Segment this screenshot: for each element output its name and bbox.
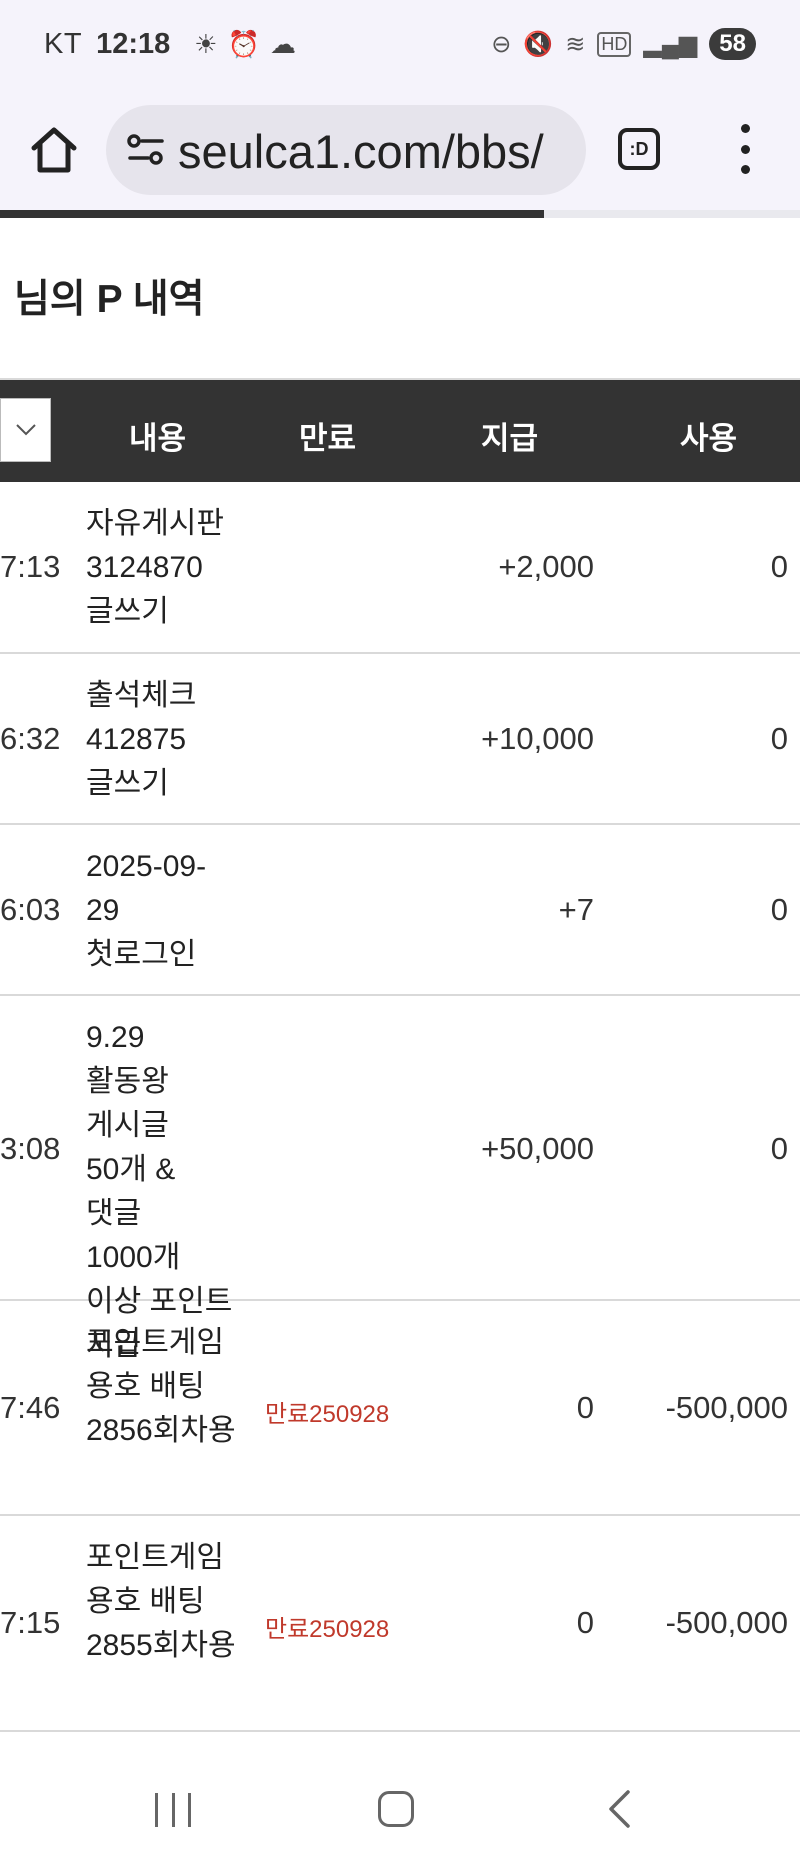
brightness-icon: ☀ xyxy=(194,29,218,59)
status-bar: KT 12:18 ☀ ⏰ ☁ ⊖ 🔇 ≋ HD ▂▄▆ 58 xyxy=(0,0,800,92)
site-settings-icon[interactable] xyxy=(126,132,166,168)
table-row: 7:46 포인트게임 용호 배팅 2856회차용 만료250928 0 -500… xyxy=(0,1301,800,1516)
row-content: 출석체크 412875 글쓰기 xyxy=(86,679,197,800)
address-bar[interactable]: seulca1.com/bbs/ xyxy=(106,105,586,195)
status-right: ⊖ 🔇 ≋ HD ▂▄▆ 58 xyxy=(491,28,756,60)
url-text[interactable]: seulca1.com/bbs/ xyxy=(178,124,544,179)
page-title: 님의 P 내역 xyxy=(14,278,205,321)
menu-dot-icon xyxy=(740,124,750,133)
recent-apps-icon xyxy=(188,1793,191,1827)
home-icon xyxy=(31,127,77,173)
row-expire: 만료250928 xyxy=(265,1616,390,1643)
row-use: -500,000 xyxy=(665,1605,788,1640)
row-use: -500,000 xyxy=(665,1390,788,1425)
page-load-progress xyxy=(0,210,800,218)
wifi-icon: ≋ xyxy=(565,30,586,58)
table-header: 내용 만료 지급 사용 xyxy=(0,380,800,482)
recent-apps-button[interactable] xyxy=(155,1793,191,1827)
row-time: 7:15 xyxy=(0,1605,61,1640)
page-load-progress-fill xyxy=(0,210,544,218)
row-time: 6:03 xyxy=(0,892,61,927)
column-header-give: 지급 xyxy=(481,421,539,456)
overflow-menu-button[interactable] xyxy=(730,124,760,174)
row-time: 7:46 xyxy=(0,1390,61,1425)
row-give: +10,000 xyxy=(481,721,594,756)
battery-indicator: 58 xyxy=(709,28,756,60)
row-give: +2,000 xyxy=(498,549,594,584)
row-time: 3:08 xyxy=(0,1131,61,1166)
table-row: 3:08 9.29 활동왕 게시글 50개 & 댓글 1000개 이상 포인트 … xyxy=(0,996,800,1362)
row-give: +7 xyxy=(558,892,594,927)
home-nav-button[interactable] xyxy=(378,1791,414,1827)
row-give: 0 xyxy=(576,1390,594,1425)
hd-icon: HD xyxy=(597,31,632,57)
browser-toolbar: seulca1.com/bbs/ :D xyxy=(0,92,800,210)
chevron-down-icon xyxy=(16,424,36,436)
menu-dot-icon xyxy=(740,165,750,174)
row-content: 포인트게임 용호 배팅 2856회차용 xyxy=(86,1326,236,1447)
back-button[interactable] xyxy=(606,1789,632,1829)
alarm-icon: ⏰ xyxy=(227,29,260,59)
table-row: 6:32 출석체크 412875 글쓰기 +10,000 0 xyxy=(0,654,800,825)
clock: 12:18 xyxy=(96,28,171,60)
row-content: 2025-09-29 첫로그인 xyxy=(86,850,207,971)
row-give: +50,000 xyxy=(481,1131,594,1166)
system-nav-bar xyxy=(0,1755,800,1867)
menu-dot-icon xyxy=(740,144,750,154)
carrier-label: KT xyxy=(44,28,83,60)
row-use: 0 xyxy=(770,721,788,756)
row-use: 0 xyxy=(770,892,788,927)
row-use: 0 xyxy=(770,1131,788,1166)
signal-icon: ▂▄▆ xyxy=(643,30,698,58)
row-expire: 만료250928 xyxy=(265,1401,390,1428)
recent-apps-icon xyxy=(155,1793,158,1827)
recent-apps-icon xyxy=(171,1793,175,1827)
do-not-disturb-icon: ⊖ xyxy=(491,30,512,58)
notification-icons: ☀ ⏰ ☁ xyxy=(194,29,296,60)
row-time: 7:13 xyxy=(0,549,61,584)
row-time: 6:32 xyxy=(0,721,61,756)
mute-icon: 🔇 xyxy=(523,30,554,58)
row-content: 포인트게임 용호 배팅 2855회차용 xyxy=(86,1541,236,1662)
cloud-icon: ☁ xyxy=(269,29,296,59)
filter-dropdown[interactable] xyxy=(0,398,51,462)
row-give: 0 xyxy=(576,1605,594,1640)
row-content: 자유게시판 3124870 글쓰기 xyxy=(86,507,224,628)
table-row: 7:15 포인트게임 용호 배팅 2855회차용 만료250928 0 -500… xyxy=(0,1516,800,1732)
column-header-content: 내용 xyxy=(129,421,187,456)
column-header-use: 사용 xyxy=(680,421,738,456)
table-row: 6:03 2025-09-29 첫로그인 +7 0 xyxy=(0,825,800,996)
home-button[interactable] xyxy=(26,122,82,178)
column-header-expire: 만료 xyxy=(299,421,357,456)
row-use: 0 xyxy=(770,549,788,584)
status-left: KT 12:18 ☀ ⏰ ☁ xyxy=(44,28,296,61)
table-row: 7:13 자유게시판 3124870 글쓰기 +2,000 0 xyxy=(0,482,800,654)
tab-switcher-button[interactable]: :D xyxy=(618,128,660,170)
